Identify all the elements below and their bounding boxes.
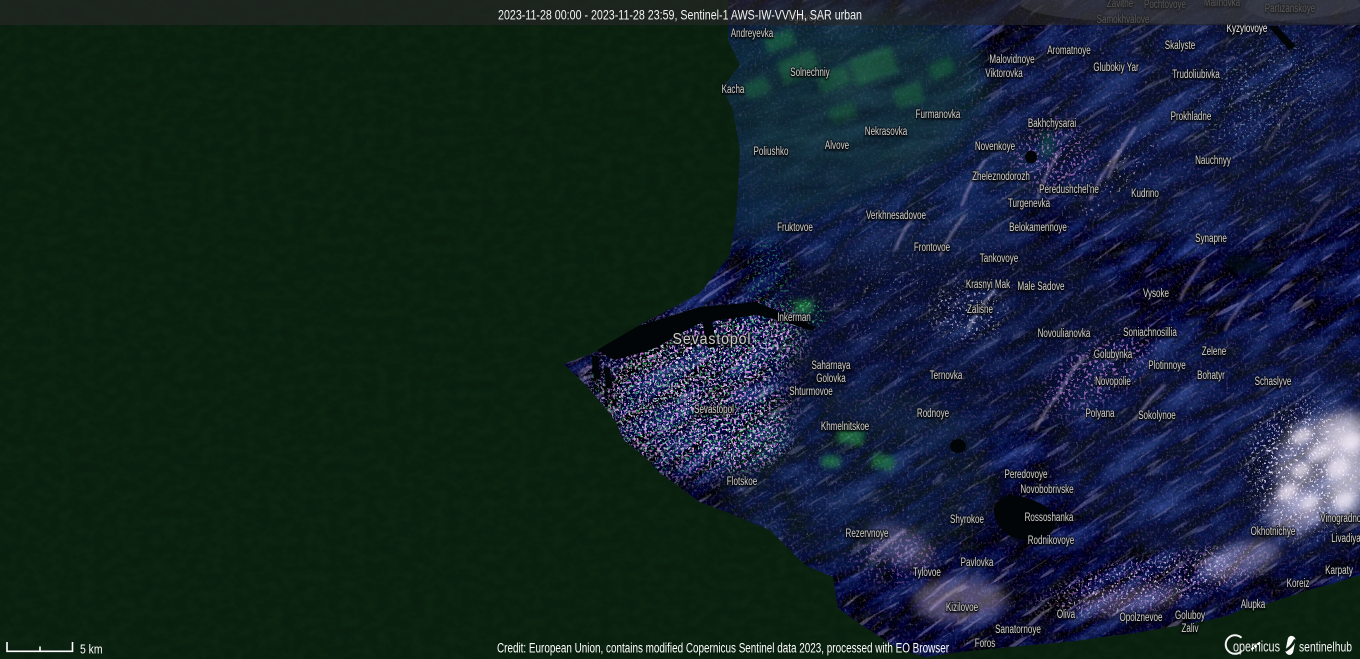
svg-text:Kacha: Kacha bbox=[722, 84, 745, 96]
svg-text:Okhotnichye: Okhotnichye bbox=[1251, 526, 1296, 538]
svg-text:Rezervnoye: Rezervnoye bbox=[846, 528, 889, 540]
svg-text:Aromatnoye: Aromatnoye bbox=[1047, 45, 1090, 57]
svg-text:Glubokiy Yar: Glubokiy Yar bbox=[1093, 62, 1138, 74]
svg-text:Sanatornoye: Sanatornoye bbox=[995, 624, 1041, 636]
svg-text:Novobobrivske: Novobobrivske bbox=[1020, 484, 1073, 496]
svg-text:5 km: 5 km bbox=[80, 642, 103, 657]
svg-text:Saharnaya: Saharnaya bbox=[812, 360, 851, 372]
svg-text:Schaslyve: Schaslyve bbox=[1255, 376, 1292, 388]
svg-text:Foros: Foros bbox=[975, 638, 996, 650]
svg-text:Frontovoe: Frontovoe bbox=[914, 242, 950, 254]
svg-text:Tylovoe: Tylovoe bbox=[913, 567, 941, 579]
svg-text:Male Sadove: Male Sadove bbox=[1018, 281, 1065, 293]
svg-text:Solnechniy: Solnechniy bbox=[790, 67, 830, 79]
svg-text:opernicus: opernicus bbox=[1233, 640, 1280, 656]
svg-text:Khmelnitskoe: Khmelnitskoe bbox=[821, 421, 869, 433]
svg-text:Plotinnoye: Plotinnoye bbox=[1148, 360, 1186, 372]
svg-text:Sokolynoe: Sokolynoe bbox=[1138, 410, 1176, 422]
svg-text:Golubynka: Golubynka bbox=[1094, 349, 1133, 361]
svg-text:Peredovoye: Peredovoye bbox=[1005, 469, 1048, 481]
svg-text:Flotskoe: Flotskoe bbox=[727, 476, 757, 488]
svg-text:Bakhchysarai: Bakhchysarai bbox=[1028, 118, 1076, 130]
svg-text:Malovidnoye: Malovidnoye bbox=[989, 54, 1034, 66]
svg-text:Vysoke: Vysoke bbox=[1143, 288, 1169, 300]
svg-text:Polyana: Polyana bbox=[1085, 408, 1115, 420]
svg-text:Inkerman: Inkerman bbox=[777, 312, 811, 324]
svg-text:Novopolie: Novopolie bbox=[1095, 376, 1131, 388]
svg-text:Rodnoye: Rodnoye bbox=[917, 408, 949, 420]
svg-text:Livadiya: Livadiya bbox=[1331, 533, 1360, 545]
svg-text:Koreiz: Koreiz bbox=[1287, 578, 1310, 590]
svg-text:Bohatyr: Bohatyr bbox=[1197, 370, 1225, 382]
svg-text:Poliushko: Poliushko bbox=[754, 146, 789, 158]
svg-text:Kudrino: Kudrino bbox=[1131, 188, 1159, 200]
svg-text:Tankovoye: Tankovoye bbox=[980, 253, 1019, 265]
svg-text:Oliva: Oliva bbox=[1057, 609, 1076, 621]
svg-text:Golovka: Golovka bbox=[816, 373, 846, 385]
svg-text:Peredushchel'ne: Peredushchel'ne bbox=[1039, 184, 1099, 196]
svg-text:Soniachnosillia: Soniachnosillia bbox=[1123, 327, 1177, 339]
svg-text:Pavlovka: Pavlovka bbox=[961, 557, 994, 569]
svg-text:Nekrasovka: Nekrasovka bbox=[865, 126, 908, 138]
svg-text:Novenkoye: Novenkoye bbox=[975, 141, 1015, 153]
svg-text:Zheleznodorozh: Zheleznodorozh bbox=[972, 171, 1030, 183]
svg-text:Opolznevoe: Opolznevoe bbox=[1120, 612, 1163, 624]
svg-text:Kizilovoe: Kizilovoe bbox=[946, 602, 978, 614]
svg-text:Fruktovoe: Fruktovoe bbox=[777, 222, 813, 234]
svg-text:Trudoliubivka: Trudoliubivka bbox=[1172, 69, 1220, 81]
svg-text:Shturmovoe: Shturmovoe bbox=[789, 386, 832, 398]
svg-text:Synapne: Synapne bbox=[1195, 233, 1227, 245]
svg-text:Verkhnesadovoe: Verkhnesadovoe bbox=[866, 210, 926, 222]
svg-text:2023-11-28 00:00 - 2023-11-28: 2023-11-28 00:00 - 2023-11-28 23:59, Sen… bbox=[498, 6, 862, 22]
svg-text:Shyrokoe: Shyrokoe bbox=[950, 514, 984, 526]
svg-text:Goluboy: Goluboy bbox=[1175, 610, 1205, 622]
svg-text:Alupka: Alupka bbox=[1241, 599, 1266, 611]
svg-text:Prokhladne: Prokhladne bbox=[1171, 111, 1212, 123]
svg-text:Ternovka: Ternovka bbox=[930, 370, 963, 382]
svg-text:Zalisne: Zalisne bbox=[967, 304, 993, 316]
svg-text:Sevastopol: Sevastopol bbox=[673, 331, 752, 348]
svg-text:sentinelhub: sentinelhub bbox=[1299, 639, 1352, 655]
svg-text:Vinogradnoe: Vinogradnoe bbox=[1320, 513, 1360, 525]
svg-text:Zelene: Zelene bbox=[1202, 346, 1227, 358]
svg-text:Nauchnyy: Nauchnyy bbox=[1195, 155, 1231, 167]
svg-text:Skalyste: Skalyste bbox=[1165, 40, 1195, 52]
svg-text:Zaliv: Zaliv bbox=[1182, 623, 1199, 635]
svg-text:Furmanovka: Furmanovka bbox=[916, 109, 961, 121]
svg-text:Novoulianovka: Novoulianovka bbox=[1038, 328, 1091, 340]
svg-text:Sevastopol: Sevastopol bbox=[694, 404, 734, 416]
svg-text:Belokamennoye: Belokamennoye bbox=[1009, 222, 1067, 234]
svg-text:Andreyevka: Andreyevka bbox=[731, 28, 774, 40]
svg-text:Rossoshanka: Rossoshanka bbox=[1025, 512, 1074, 524]
svg-text:Viktorovka: Viktorovka bbox=[985, 68, 1023, 80]
svg-text:Krasnyi Mak: Krasnyi Mak bbox=[966, 279, 1010, 291]
svg-text:Alvove: Alvove bbox=[825, 140, 849, 152]
svg-text:Rodnikovoye: Rodnikovoye bbox=[1028, 535, 1075, 547]
svg-text:Turgenevka: Turgenevka bbox=[1008, 198, 1051, 210]
svg-text:Karpaty: Karpaty bbox=[1325, 565, 1353, 577]
svg-text:Credit: European Union, contai: Credit: European Union, contains modifie… bbox=[497, 641, 949, 656]
